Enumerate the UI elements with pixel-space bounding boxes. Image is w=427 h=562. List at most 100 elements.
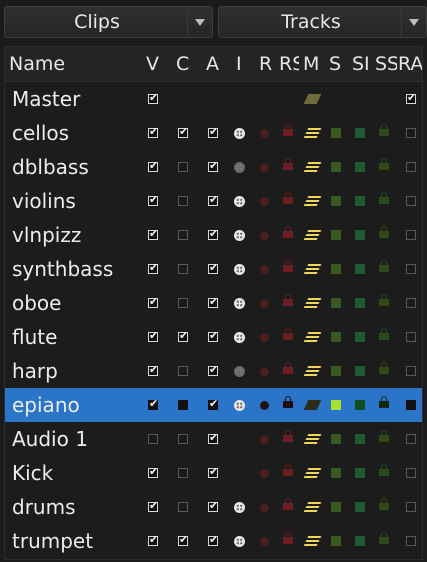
visible-checkbox[interactable] [148,295,158,309]
input-cell[interactable] [229,218,249,252]
midi-input-icon[interactable] [233,331,245,343]
mute-icon[interactable] [303,162,321,172]
clips-cell[interactable] [173,184,193,218]
input-cell[interactable] [229,320,249,354]
rec-arm-checkbox[interactable] [406,196,416,206]
rec-arm-cell[interactable] [401,82,421,116]
input-cell[interactable] [229,354,249,388]
track-name[interactable]: violins [12,184,76,218]
mute-icon[interactable] [303,468,321,478]
input-cell[interactable] [229,524,249,558]
solo-safe-cell[interactable] [374,388,394,422]
solo-isolate-cell[interactable] [350,184,370,218]
solo-isolate-icon[interactable] [355,400,365,410]
rec-safe-lock-icon[interactable] [283,226,293,240]
column-header-automation[interactable]: A [206,47,219,81]
rec-arm-cell[interactable] [401,490,421,524]
visible-cell[interactable] [143,150,163,184]
solo-icon[interactable] [331,434,341,444]
mute-icon[interactable] [303,298,321,308]
track-row[interactable]: Audio 1 [5,422,422,456]
midi-input-icon[interactable] [233,399,245,411]
clips-checkbox[interactable] [178,400,188,410]
automation-cell[interactable] [203,456,223,490]
record-cell[interactable] [254,354,274,388]
solo-safe-lock-icon[interactable] [379,192,389,206]
track-name[interactable]: vlnpizz [12,218,81,252]
track-row[interactable]: vlnpizz [5,218,422,252]
visible-checkbox[interactable] [148,159,158,173]
midi-input-icon[interactable] [233,229,245,241]
rec-arm-cell[interactable] [401,388,421,422]
automation-cell[interactable] [203,388,223,422]
column-header-solo-isolate[interactable]: SI [352,47,374,81]
visible-cell[interactable] [143,388,163,422]
clips-dropdown[interactable]: Clips [4,6,213,38]
solo-safe-lock-icon[interactable] [379,226,389,240]
solo-cell[interactable] [326,388,346,422]
rec-safe-lock-icon[interactable] [283,396,293,410]
midi-input-icon[interactable] [233,365,245,377]
solo-safe-lock-icon[interactable] [379,328,389,342]
rec-safe-lock-icon[interactable] [283,124,293,138]
solo-isolate-icon[interactable] [355,264,365,274]
record-enable-icon[interactable] [259,536,269,546]
solo-safe-lock-icon[interactable] [379,362,389,376]
solo-isolate-cell[interactable] [350,116,370,150]
track-name[interactable]: cellos [12,116,69,150]
midi-input-icon[interactable] [233,535,245,547]
solo-cell[interactable] [326,286,346,320]
track-row[interactable]: Kick [5,456,422,490]
solo-isolate-cell[interactable] [350,490,370,524]
input-cell[interactable] [229,252,249,286]
track-row[interactable]: oboe [5,286,422,320]
column-header-input[interactable]: I [236,47,242,81]
automation-checkbox[interactable] [208,363,218,377]
rec-safe-cell[interactable] [278,456,298,490]
mute-cell[interactable] [302,184,322,218]
automation-checkbox[interactable] [208,499,218,513]
solo-safe-cell[interactable] [374,150,394,184]
solo-icon[interactable] [331,400,341,410]
rec-safe-lock-icon[interactable] [283,158,293,172]
rec-arm-cell[interactable] [401,150,421,184]
solo-isolate-cell[interactable] [350,252,370,286]
record-cell[interactable] [254,388,274,422]
automation-checkbox[interactable] [208,397,218,411]
mute-cell[interactable] [302,320,322,354]
mute-icon[interactable] [303,230,321,240]
clips-cell[interactable] [173,218,193,252]
visible-checkbox[interactable] [148,125,158,139]
visible-checkbox[interactable] [148,397,158,411]
rec-arm-checkbox[interactable] [406,128,416,138]
solo-safe-cell[interactable] [374,218,394,252]
rec-safe-lock-icon[interactable] [283,532,293,546]
tracks-dropdown[interactable]: Tracks [218,6,427,38]
solo-cell[interactable] [326,320,346,354]
visible-checkbox[interactable] [148,499,158,513]
solo-safe-cell[interactable] [374,320,394,354]
clips-checkbox[interactable] [178,502,188,512]
visible-cell[interactable] [143,116,163,150]
automation-cell[interactable] [203,490,223,524]
rec-arm-cell[interactable] [401,524,421,558]
solo-safe-lock-icon[interactable] [379,498,389,512]
rec-arm-checkbox[interactable] [406,536,416,546]
solo-cell[interactable] [326,422,346,456]
column-header-clips[interactable]: C [176,47,189,81]
solo-isolate-icon[interactable] [355,366,365,376]
record-cell[interactable] [254,184,274,218]
solo-isolate-cell[interactable] [350,388,370,422]
solo-icon[interactable] [331,502,341,512]
automation-cell[interactable] [203,524,223,558]
track-row[interactable]: dblbass [5,150,422,184]
rec-safe-cell[interactable] [278,286,298,320]
mute-cell[interactable] [302,82,322,116]
rec-safe-lock-icon[interactable] [283,260,293,274]
solo-cell[interactable] [326,490,346,524]
track-name[interactable]: oboe [12,286,61,320]
solo-safe-cell[interactable] [374,286,394,320]
solo-isolate-cell[interactable] [350,150,370,184]
solo-isolate-icon[interactable] [355,230,365,240]
solo-isolate-icon[interactable] [355,162,365,172]
